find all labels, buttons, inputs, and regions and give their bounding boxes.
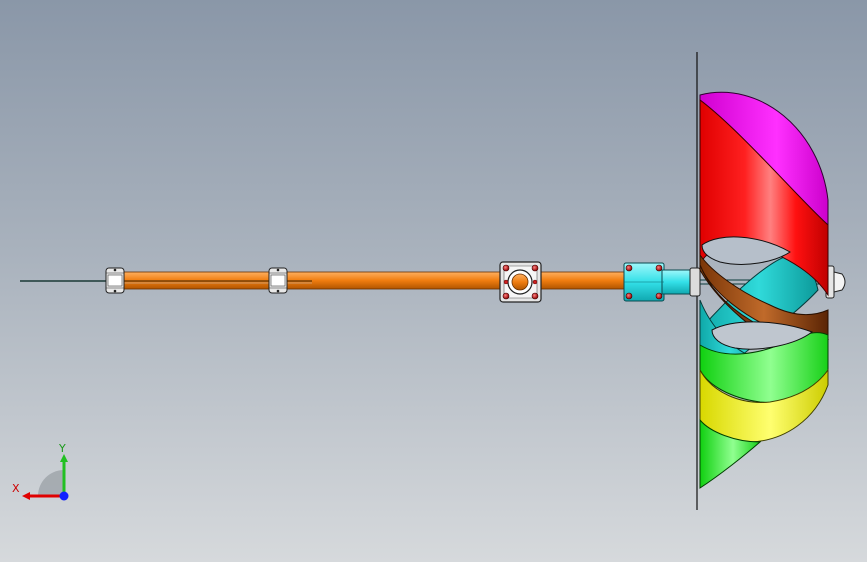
- y-axis-label: Y: [58, 442, 66, 455]
- x-axis-label: X: [12, 482, 20, 495]
- triad-plane: [38, 470, 64, 496]
- center-flange-bearing[interactable]: [499, 261, 542, 303]
- main-shaft[interactable]: [107, 271, 629, 290]
- graphics-viewport[interactable]: X Y: [0, 0, 867, 562]
- z-axis-dot: [59, 491, 69, 501]
- middle-bearing-clamp[interactable]: [268, 267, 288, 294]
- left-bearing-clamp[interactable]: [105, 267, 125, 294]
- coupling-housing[interactable]: [623, 262, 693, 302]
- x-axis-arrowhead: [22, 492, 30, 500]
- coordinate-triad: X Y: [12, 442, 69, 501]
- model-view[interactable]: [0, 0, 867, 562]
- y-axis-arrowhead: [60, 454, 68, 462]
